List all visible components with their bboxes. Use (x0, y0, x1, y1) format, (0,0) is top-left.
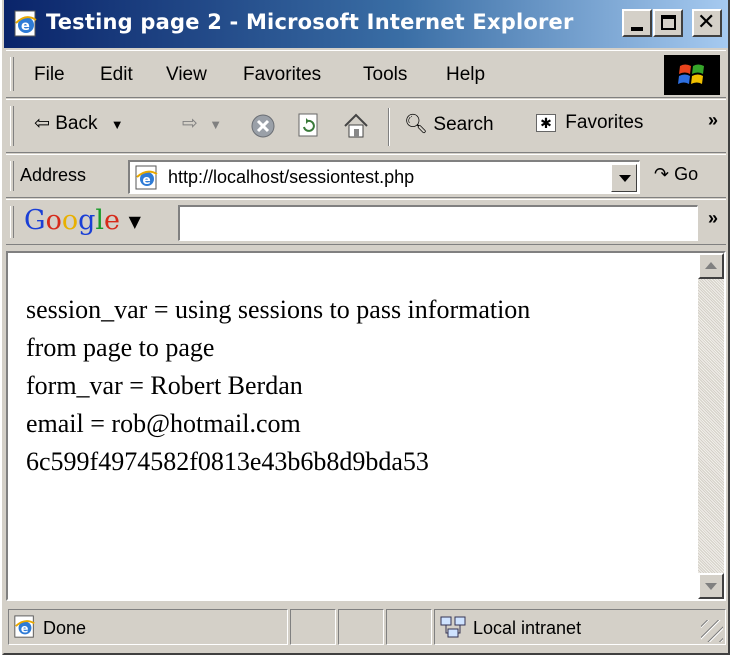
menu-tools[interactable]: Tools (363, 64, 407, 86)
back-label: Back (55, 113, 98, 134)
window-title: Testing page 2 - Microsoft Internet Expl… (46, 10, 574, 34)
google-menu-dropdown-icon: ▼ (128, 212, 141, 231)
forward-button[interactable]: ⇨ ▼ (182, 112, 222, 135)
menu-bar-grip[interactable] (10, 57, 14, 91)
windows-logo-icon (664, 55, 720, 95)
status-pane-zone: Local intranet (434, 609, 726, 645)
minimize-button[interactable] (622, 9, 652, 37)
toolbar-grip[interactable] (10, 106, 14, 146)
security-zone-text: Local intranet (473, 618, 582, 638)
minimize-icon (631, 27, 643, 31)
toolbar-more-chevron[interactable]: » (708, 110, 718, 131)
close-icon: ✕ (697, 10, 716, 35)
google-logo-letter: g (78, 205, 96, 236)
address-dropdown-button[interactable] (611, 164, 637, 192)
svg-text:e: e (21, 19, 30, 34)
google-search-input[interactable] (178, 205, 698, 241)
google-logo-letter: o (45, 205, 62, 236)
maximize-button[interactable] (653, 9, 683, 37)
ie-page-icon: e (14, 615, 35, 638)
address-bar-grip[interactable] (10, 161, 14, 191)
status-pane-security (386, 609, 432, 645)
menu-bar: File Edit View Favorites Tools Help (6, 50, 726, 98)
close-button[interactable]: ✕ (692, 9, 722, 37)
address-input[interactable]: e http://localhost/sessiontest.php (128, 160, 640, 194)
google-logo-letter: o (61, 205, 79, 236)
page-body: session_var = using sessions to pass inf… (26, 291, 686, 481)
back-button[interactable]: ⇦ Back ▼ (34, 112, 124, 135)
svg-text:e: e (143, 173, 151, 187)
session-var-line: session_var = using sessions to pass inf… (26, 295, 531, 324)
google-logo-letter: e (104, 205, 121, 236)
scroll-down-button[interactable] (698, 573, 724, 599)
status-pane-main: e Done (8, 609, 288, 645)
menu-view[interactable]: View (166, 64, 207, 86)
menu-edit[interactable]: Edit (100, 64, 133, 86)
forward-arrow-icon: ⇨ (182, 113, 198, 134)
ie-app-icon: e (14, 10, 37, 37)
menu-help[interactable]: Help (446, 64, 485, 86)
favorites-icon: ✱ (536, 113, 556, 132)
browser-window: e Testing page 2 - Microsoft Internet Ex… (2, 0, 730, 655)
ie-page-icon: e (135, 165, 158, 190)
refresh-icon[interactable] (296, 112, 322, 140)
page-content: session_var = using sessions to pass inf… (6, 251, 726, 601)
search-icon: 🔍︎ (404, 114, 429, 135)
google-logo-letter: l (95, 205, 105, 236)
forward-dropdown-icon[interactable]: ▼ (209, 117, 222, 132)
resize-grip[interactable] (701, 620, 723, 642)
google-logo-letter: G (24, 205, 46, 236)
back-arrow-icon: ⇦ (34, 113, 50, 134)
google-logo: Google (24, 205, 120, 236)
google-logo-button[interactable]: Google ▼ (24, 205, 141, 236)
vertical-scrollbar[interactable] (698, 253, 724, 599)
go-arrow-icon: ↷ (654, 164, 670, 184)
go-button[interactable]: ↷ Go (654, 164, 698, 185)
home-icon[interactable] (342, 112, 370, 140)
address-bar: Address e http://localhost/sessiontest.p… (6, 154, 726, 198)
toolbar-separator (388, 108, 390, 146)
google-toolbar: Google ▼ » (6, 199, 726, 245)
go-label: Go (674, 164, 699, 184)
scroll-up-button[interactable] (698, 253, 724, 279)
favorites-label: Favorites (565, 112, 644, 133)
status-pane-blank (338, 609, 384, 645)
google-toolbar-grip[interactable] (10, 206, 14, 238)
svg-text:e: e (21, 623, 29, 636)
menu-favorites[interactable]: Favorites (243, 64, 321, 86)
form-var-line: form_var = Robert Berdan (26, 371, 303, 400)
title-bar[interactable]: e Testing page 2 - Microsoft Internet Ex… (4, 0, 728, 48)
stop-icon[interactable] (250, 113, 276, 139)
email-line: email = rob@hotmail.com (26, 409, 301, 438)
status-pane-progress (290, 609, 336, 645)
address-label: Address (20, 165, 87, 185)
search-button[interactable]: 🔍︎ Search (404, 112, 494, 136)
address-url: http://localhost/sessiontest.php (168, 167, 415, 187)
favorites-button[interactable]: ✱ Favorites (536, 112, 643, 134)
google-toolbar-more-chevron[interactable]: » (708, 208, 718, 229)
local-intranet-icon (440, 616, 466, 638)
session-var-line-continued: from page to page (26, 333, 215, 362)
menu-file[interactable]: File (34, 64, 65, 86)
standard-toolbar: ⇦ Back ▼ ⇨ ▼ 🔍︎ Search ✱ Favorites » (6, 99, 726, 153)
back-dropdown-icon[interactable]: ▼ (111, 117, 124, 132)
status-text: Done (43, 618, 87, 638)
search-label: Search (433, 114, 494, 135)
status-bar: e Done Local intranet (6, 605, 726, 649)
session-id-line: 6c599f4974582f0813e43b6b8d9bda53 (26, 447, 429, 476)
maximize-icon (661, 15, 676, 30)
